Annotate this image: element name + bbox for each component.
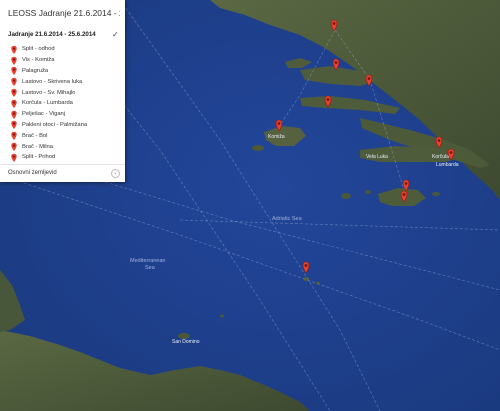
list-item-label: Brač - Bol [22, 132, 48, 139]
lumbarda-label: Lumbarda [436, 162, 459, 168]
list-item-label: Lastovo - Sv. Mihajlo [22, 89, 76, 96]
layer-visibility-checkbox[interactable]: ✓ [112, 30, 119, 39]
list-item-label: Korčula - Lumbarda [22, 100, 73, 107]
adriatic-sea-label: Adriatic Sea [272, 216, 303, 222]
map-pin-icon [11, 78, 17, 87]
map-pin-icon [11, 88, 17, 98]
mediterranean-sea-label-2: Sea [145, 265, 156, 271]
list-item-label: Pelješac - Viganj [22, 111, 66, 118]
map-pin-icon [11, 121, 17, 130]
map-legend-panel: LEOSS Jadranje 21.6.2014 - 25.... Jadran… [0, 0, 125, 182]
list-item[interactable]: Split - Prihod [10, 152, 87, 163]
location-list: Split - odhod Vis - Komiža Palagruža Las… [10, 44, 87, 163]
list-item[interactable]: Brač - Milna [10, 141, 87, 152]
map-pin-icon [11, 142, 17, 152]
list-item-label: Palagruža [22, 67, 49, 74]
list-item[interactable]: Vis - Komiža [10, 55, 87, 66]
mediterranean-sea-label: Mediterranean [130, 258, 165, 264]
chevron-down-icon[interactable]: ⌄ [111, 169, 120, 178]
list-item[interactable]: Korčula - Lumbarda [10, 98, 87, 109]
map-pin-icon [11, 99, 17, 108]
korcula-label: Korčula [432, 154, 449, 160]
list-item[interactable]: Lastovo - Skrivena luka [10, 76, 87, 87]
list-item-label: Split - odhod [22, 46, 55, 53]
map-pin-icon [11, 67, 17, 76]
list-item-label: Brač - Milna [22, 143, 53, 150]
vela-luka-label: Vela Luka [366, 154, 388, 160]
list-item-label: Lastovo - Skrivena luka [22, 78, 83, 85]
list-item[interactable]: Brač - Bol [10, 130, 87, 141]
map-pin-icon [11, 153, 17, 162]
map-pin-icon [11, 110, 17, 119]
islet [365, 190, 371, 194]
san-domino-label: San Domino [172, 339, 200, 345]
map-pin-icon [11, 45, 17, 54]
komiza-label: Komiža [268, 134, 285, 140]
islet [432, 192, 440, 196]
map-title: LEOSS Jadranje 21.6.2014 - 25.... [8, 8, 120, 18]
bisevo-island [252, 145, 264, 151]
list-item-label: Split - Prihod [22, 154, 56, 161]
map-pin-icon [11, 132, 17, 141]
layer-title: Jadranje 21.6.2014 - 25.6.2014 [8, 31, 96, 38]
list-item-label: Vis - Komiža [22, 57, 55, 64]
panel-divider [0, 164, 125, 165]
list-item[interactable]: Pakleni otoci - Palmižana [10, 120, 87, 131]
list-item[interactable]: Lastovo - Sv. Mihajlo [10, 87, 87, 98]
map-pin-icon [11, 56, 17, 65]
islet [341, 193, 351, 199]
basemap-label[interactable]: Osnovni zemljevid [8, 170, 57, 176]
list-item[interactable]: Palagruža [10, 66, 87, 77]
list-item[interactable]: Pelješac - Viganj [10, 109, 87, 120]
list-item[interactable]: Split - odhod [10, 44, 87, 55]
islet [220, 314, 224, 318]
list-item-label: Pakleni otoci - Palmižana [22, 121, 88, 128]
